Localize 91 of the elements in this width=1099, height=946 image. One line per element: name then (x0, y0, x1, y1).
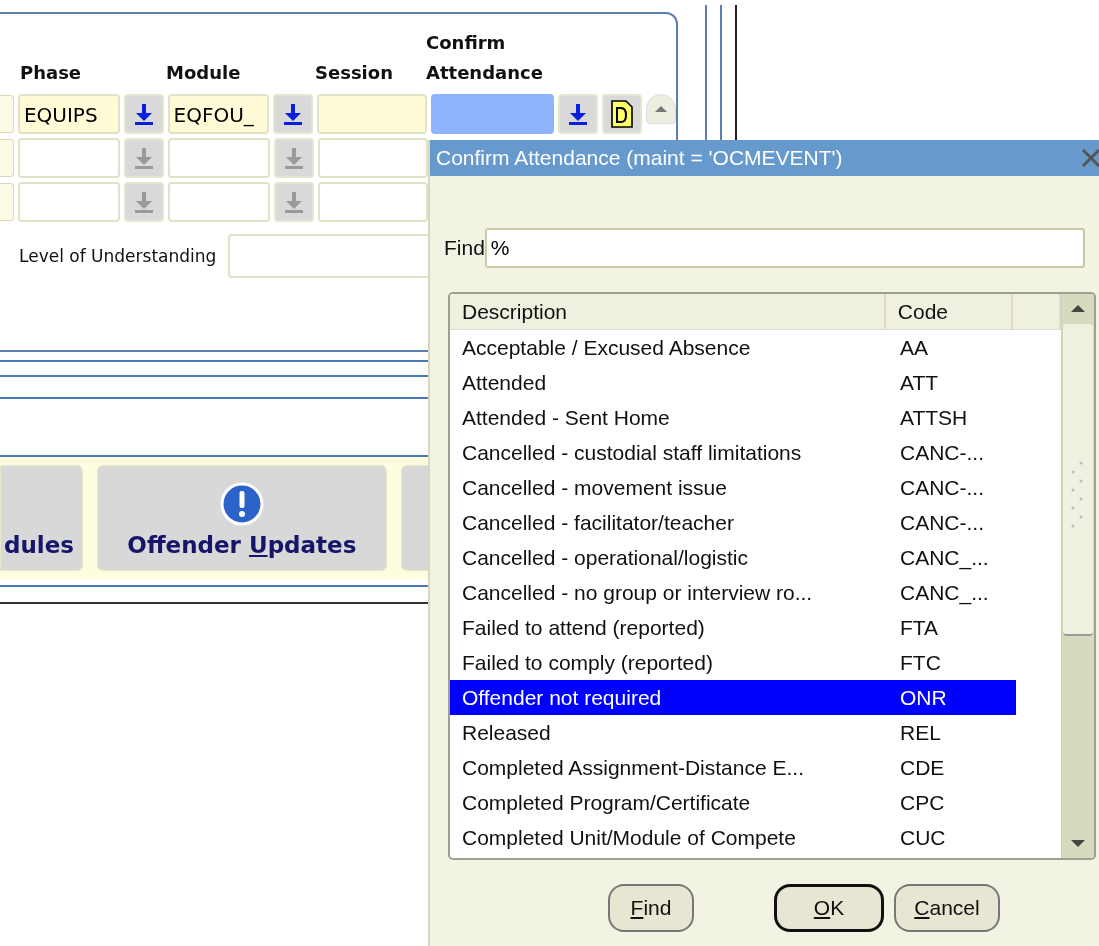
scrollbar[interactable] (1061, 294, 1094, 858)
list-row[interactable]: Completed Program/Certificate CPC (450, 785, 1016, 820)
session-field[interactable] (318, 182, 428, 222)
download-arrow-icon (282, 146, 306, 170)
description-cell-text: Cancelled - operational/logistic (461, 545, 749, 570)
column-header: Confirm Attendance (426, 31, 544, 85)
download-arrow-icon (132, 146, 156, 170)
code-cell-text: CUC (899, 825, 947, 850)
list-row[interactable]: Cancelled - facilitator/teacher CANC-... (450, 505, 1016, 540)
description-cell-text: Completed Unit/Module of Compete (461, 825, 797, 850)
description-cell-text: Completed Program/Certificate (461, 790, 752, 815)
list-row[interactable]: Cancelled - operational/logistic CANC_... (450, 540, 1016, 575)
code-cell-text: FTC (899, 650, 942, 675)
scroll-up-button[interactable] (646, 94, 676, 124)
list-button[interactable] (273, 94, 314, 134)
code-cell-text: CANC_... (899, 580, 990, 605)
row-marker[interactable] (0, 183, 14, 221)
list-button[interactable] (123, 94, 164, 134)
download-arrow-icon (132, 190, 156, 214)
code-cell-text: AA (899, 335, 929, 360)
row-marker[interactable] (0, 139, 14, 177)
attendance-field[interactable] (430, 94, 555, 134)
description-cell-text: Attended (461, 370, 548, 395)
column-header: Module (166, 61, 242, 85)
code-cell-text: REL (899, 720, 942, 745)
code-cell-text: CANC-... (899, 510, 985, 535)
column-header: Phase (20, 61, 83, 85)
list-row[interactable]: Cancelled - movement issue CANC-... (450, 470, 1016, 505)
close-icon[interactable] (1080, 147, 1099, 169)
description-cell-text: Cancelled - no group or interview ro... (461, 580, 814, 605)
description-cell-text: Acceptable / Excused Absence (461, 335, 752, 360)
find-field[interactable]: % (484, 228, 1085, 268)
row-marker[interactable] (0, 95, 14, 133)
phase-field[interactable] (18, 182, 120, 222)
scroll-thumb[interactable] (1063, 324, 1093, 636)
list-row[interactable]: Acceptable / Excused Absence AA (450, 330, 1016, 365)
column-header[interactable]: Code (885, 294, 1014, 329)
list-row[interactable]: Failed to comply (reported) FTC (450, 645, 1016, 680)
description-cell-text: Attended - Sent Home (461, 405, 671, 430)
download-arrow-icon (282, 190, 306, 214)
list-row[interactable]: Completed Assignment-Distance E... CDE (450, 750, 1016, 785)
code-cell-text: CANC-... (899, 440, 985, 465)
code-cell-text: ONR (899, 685, 948, 710)
up-triangle-icon (654, 105, 669, 113)
code-cell-text: FTA (899, 615, 940, 640)
code-cell-text: ATTSH (899, 405, 969, 430)
list-row[interactable]: Attended - Sent Home ATTSH (450, 400, 1016, 435)
phase-field[interactable] (18, 138, 120, 178)
find-label: Find (444, 236, 485, 260)
description-cell-text: Cancelled - movement issue (461, 475, 728, 500)
toolbar-button[interactable] (400, 465, 430, 571)
list-row[interactable]: Released REL (450, 715, 1016, 750)
list-row[interactable]: Offender not required ONR (450, 680, 1016, 715)
dialog-title: Confirm Attendance (maint = 'OCMEVENT') (436, 146, 843, 170)
document-icon (609, 99, 636, 129)
description-cell-text: Failed to attend (reported) (461, 615, 706, 640)
field-label: Level of Understanding (19, 246, 217, 266)
module-field[interactable] (168, 182, 270, 222)
session-field[interactable] (317, 94, 427, 134)
down-triangle-icon (1070, 838, 1086, 848)
list-row[interactable]: Completed Unit/Module of Compete CUC (450, 820, 1016, 855)
code-cell-text: ATT (899, 370, 940, 395)
list-row[interactable]: Attended ATT (450, 365, 1016, 400)
list-row[interactable]: Cancelled - custodial staff limitations CANC-... (450, 435, 1016, 470)
code-cell-text: CANC_... (899, 545, 990, 570)
module-field[interactable] (168, 138, 270, 178)
list-row[interactable]: Cancelled - no group or interview ro... CANC_... (450, 575, 1016, 610)
dialog-button[interactable]: OK (774, 884, 884, 932)
description-cell-text: Cancelled - custodial staff limitations (461, 440, 803, 465)
dialog-button[interactable]: Cancel (894, 884, 1000, 932)
description-cell-text: Cancelled - facilitator/teacher (461, 510, 735, 535)
column-header: Session (315, 61, 394, 85)
dialog-button[interactable]: Find (608, 884, 694, 932)
document-button[interactable] (602, 94, 643, 134)
toolbar-button[interactable]: Offender Updates (96, 465, 387, 571)
info-exclamation-icon (219, 482, 264, 526)
toolbar-button[interactable]: dules (0, 465, 83, 571)
phase-field[interactable]: EQUIPS (17, 94, 120, 134)
code-cell-text: CANC-... (899, 475, 985, 500)
module-field[interactable]: EQFOU_ (167, 94, 270, 134)
up-triangle-icon (1070, 304, 1086, 314)
code-cell-text: CDE (899, 755, 946, 780)
description-cell-text: Released (461, 720, 552, 745)
description-cell-text: Failed to comply (reported) (461, 650, 714, 675)
session-field[interactable] (318, 138, 428, 178)
list-button[interactable] (558, 94, 599, 134)
column-header[interactable]: Description (450, 294, 886, 329)
list-row[interactable]: Failed to attend (reported) FTA (450, 610, 1016, 645)
description-cell-text: Completed Assignment-Distance E... (461, 755, 805, 780)
description-cell-text: Offender not required (461, 685, 663, 710)
code-cell-text: CPC (899, 790, 946, 815)
